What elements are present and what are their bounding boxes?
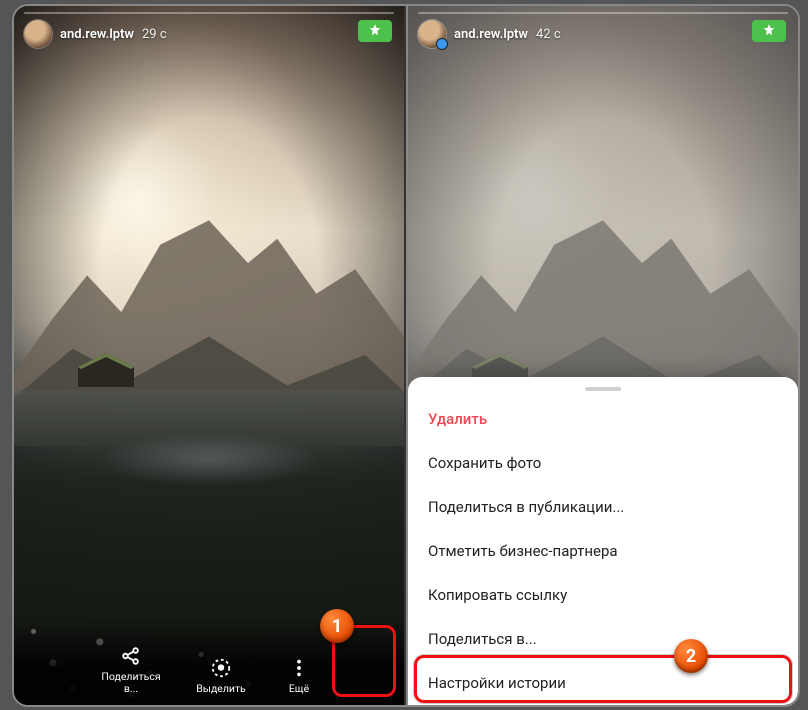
sheet-item-story-settings[interactable]: Настройки истории — [408, 661, 798, 705]
username[interactable]: and.rew.lptw — [454, 27, 528, 42]
story-toolbar: Поделиться в... Выделить Ещё — [14, 617, 404, 705]
story-header: and.rew.lptw 29 с — [24, 20, 394, 48]
phone-left: and.rew.lptw 29 с Поделиться в... — [14, 6, 404, 705]
share-button[interactable]: Поделиться в... — [95, 645, 167, 695]
timestamp: 42 с — [536, 27, 561, 42]
close-friends-badge[interactable] — [752, 20, 786, 42]
close-friends-badge[interactable] — [358, 20, 392, 42]
star-icon — [762, 22, 776, 41]
cabin-graphic — [76, 349, 136, 387]
avatar[interactable] — [24, 20, 52, 48]
star-icon — [368, 22, 382, 41]
timestamp: 29 с — [142, 27, 167, 42]
story-progress-bar — [418, 12, 788, 14]
share-icon — [120, 645, 142, 667]
more-button[interactable]: Ещё — [275, 657, 323, 695]
sheet-item-share-post[interactable]: Поделиться в публикации... — [408, 485, 798, 529]
action-sheet: Удалить Сохранить фото Поделиться в публ… — [408, 377, 798, 705]
sheet-item-tag-partner[interactable]: Отметить бизнес-партнера — [408, 529, 798, 573]
story-progress-bar — [24, 12, 394, 14]
comparison-container: and.rew.lptw 29 с Поделиться в... — [12, 4, 800, 707]
highlight-button[interactable]: Выделить — [185, 657, 257, 695]
share-label: Поделиться в... — [95, 671, 167, 695]
phone-right: and.rew.lptw 42 с Удалить Сохранить фото… — [406, 6, 798, 705]
highlight-label: Выделить — [196, 683, 245, 695]
sheet-item-share-to[interactable]: Поделиться в... — [408, 617, 798, 661]
username[interactable]: and.rew.lptw — [60, 27, 134, 42]
story-header: and.rew.lptw 42 с — [418, 20, 788, 48]
more-label: Ещё — [289, 683, 309, 695]
sheet-handle[interactable] — [585, 387, 621, 391]
more-vertical-icon — [288, 657, 310, 679]
sheet-item-copy-link[interactable]: Копировать ссылку — [408, 573, 798, 617]
sheet-item-delete[interactable]: Удалить — [408, 397, 798, 441]
sheet-item-save-photo[interactable]: Сохранить фото — [408, 441, 798, 485]
avatar[interactable] — [418, 20, 446, 48]
highlight-icon — [210, 657, 232, 679]
